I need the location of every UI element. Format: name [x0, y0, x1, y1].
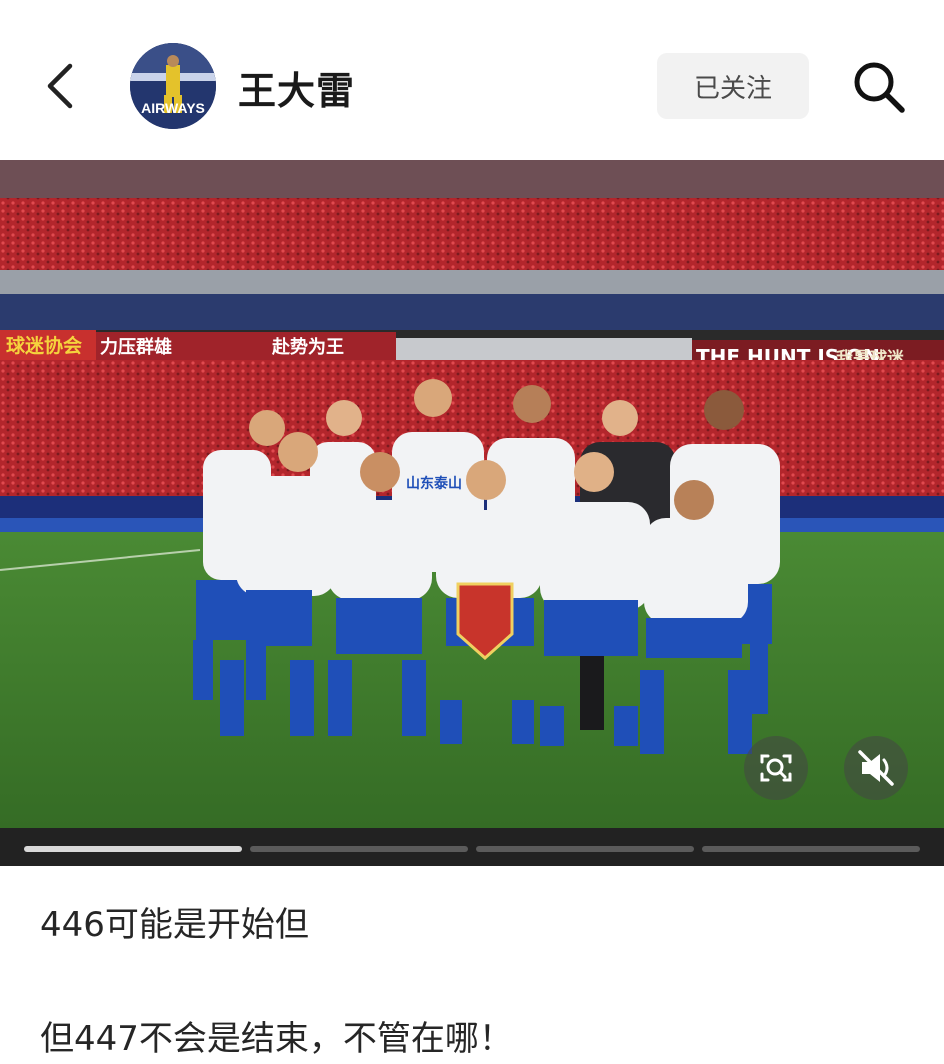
progress-segment-4[interactable]: [702, 846, 920, 852]
search-icon[interactable]: [850, 58, 908, 116]
progress-segment-2[interactable]: [250, 846, 468, 852]
post-body: 446可能是开始但 但447不会是结束，不管在哪！: [40, 900, 910, 1064]
jersey-sponsor-text: 山东泰山: [406, 475, 462, 492]
back-arrow-icon[interactable]: [38, 58, 86, 114]
follow-button[interactable]: 已关注: [657, 53, 809, 119]
media-viewer[interactable]: 球迷协会 力压群雄 赴势为王 THE HUNT IS ON 我是球迷 山东泰山: [0, 160, 944, 866]
username[interactable]: 王大雷: [238, 60, 355, 115]
progress-segment-1[interactable]: [24, 846, 242, 852]
carousel-progress: [24, 846, 920, 852]
progress-segment-3[interactable]: [476, 846, 694, 852]
mute-toggle-button[interactable]: [844, 736, 908, 800]
top-bar: AIRWAYS 王大雷 已关注: [0, 0, 944, 160]
banner-left3: 赴势为王: [271, 336, 344, 358]
avatar-text: AIRWAYS: [141, 100, 205, 116]
avatar[interactable]: AIRWAYS: [130, 43, 216, 129]
muted-speaker-icon: [858, 750, 894, 786]
post-line-1: 446可能是开始但: [40, 905, 309, 945]
banner-left1: 球迷协会: [6, 334, 82, 357]
image-scan-icon: [760, 754, 792, 782]
post-line-2: 但447不会是结束，不管在哪！: [40, 1019, 513, 1059]
banner-left2: 力压群雄: [100, 336, 172, 358]
image-search-button[interactable]: [744, 736, 808, 800]
